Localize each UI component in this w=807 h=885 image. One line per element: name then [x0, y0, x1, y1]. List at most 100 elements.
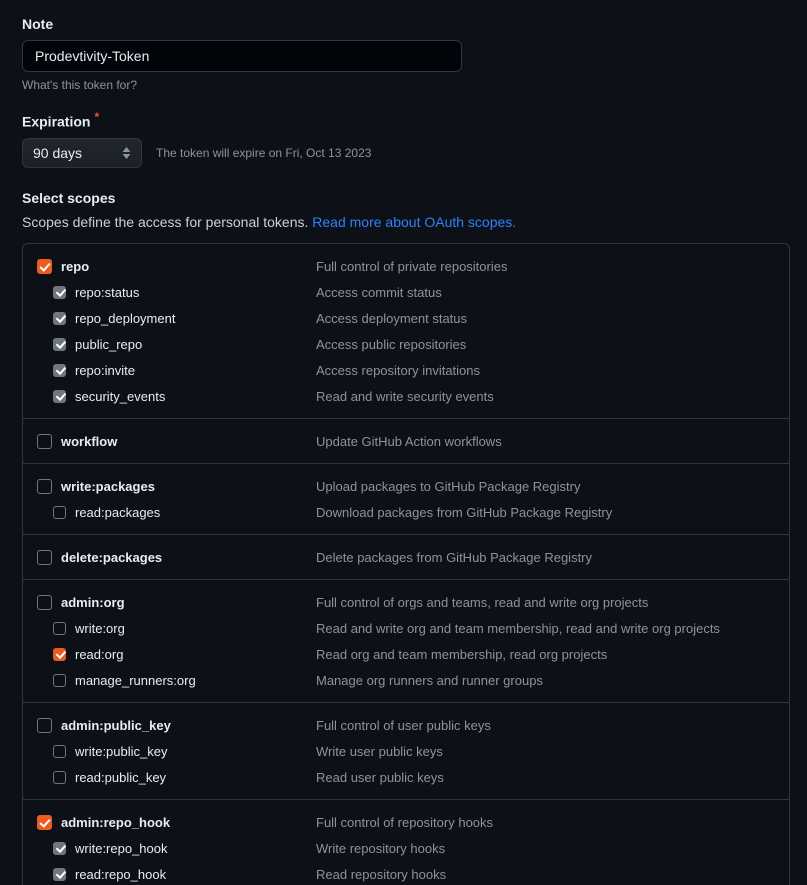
scope-group: workflow Update GitHub Action workflows — [23, 418, 789, 463]
scopes-description-text: Scopes define the access for personal to… — [22, 213, 313, 230]
scope-description: Full control of orgs and teams, read and… — [316, 594, 649, 610]
required-asterisk: * — [94, 110, 100, 124]
scope-row[interactable]: repo:status Access commit status — [23, 279, 789, 305]
scope-row[interactable]: delete:packages Delete packages from GitH… — [23, 544, 789, 570]
scope-name: public_repo — [75, 336, 143, 352]
scope-description: Access commit status — [316, 284, 442, 300]
checkbox-workflow[interactable] — [37, 433, 52, 449]
scope-row[interactable]: repo:invite Access repository invitations — [23, 357, 789, 383]
checkbox-repo[interactable] — [37, 258, 52, 274]
scope-row[interactable]: write:repo_hook Write repository hooks — [23, 835, 789, 861]
scope-row[interactable]: write:public_key Write user public keys — [23, 738, 789, 764]
note-field-block: Note What's this token for? — [0, 0, 807, 92]
checkbox-admin:public_key[interactable] — [37, 717, 52, 733]
note-input[interactable] — [22, 40, 462, 72]
scope-name: admin:repo_hook — [61, 814, 171, 830]
scope-description: Access deployment status — [316, 310, 468, 326]
checkbox-public_repo — [53, 337, 66, 351]
scope-description: Full control of user public keys — [316, 717, 491, 733]
scope-description: Update GitHub Action workflows — [316, 433, 502, 449]
checkbox-write:packages[interactable] — [37, 478, 52, 494]
scope-name: write:repo_hook — [75, 840, 168, 856]
checkbox-read:org[interactable] — [53, 647, 66, 661]
oauth-scopes-link[interactable]: Read more about OAuth scopes. — [312, 214, 516, 230]
scope-description: Upload packages to GitHub Package Regist… — [316, 478, 581, 494]
scope-name: security_events — [75, 388, 166, 404]
checkbox-write:public_key[interactable] — [53, 744, 66, 758]
scope-name: repo:invite — [75, 362, 135, 378]
checkbox-read:repo_hook — [53, 867, 66, 881]
scope-row[interactable]: write:packages Upload packages to GitHub … — [23, 473, 789, 499]
checkbox-read:public_key[interactable] — [53, 770, 66, 784]
scope-group: delete:packages Delete packages from GitH… — [23, 534, 789, 579]
scope-row[interactable]: admin:repo_hook Full control of repositor… — [23, 809, 789, 835]
expiration-block: Expiration * 90 days The token will expir… — [0, 110, 807, 168]
scope-description: Access repository invitations — [316, 362, 481, 378]
scope-description: Read org and team membership, read org p… — [316, 646, 608, 662]
scope-description: Manage org runners and runner groups — [316, 672, 543, 688]
checkbox-admin:repo_hook[interactable] — [37, 814, 52, 830]
scope-description: Read user public keys — [316, 769, 444, 785]
scope-row[interactable]: read:repo_hook Read repository hooks — [23, 861, 789, 885]
scope-description: Read and write security events — [316, 388, 494, 404]
scope-description: Full control of private repositories — [316, 258, 508, 274]
scopes-container: repo Full control of private repositories… — [22, 243, 790, 885]
scope-row[interactable]: workflow Update GitHub Action workflows — [23, 428, 789, 454]
scope-row[interactable]: admin:public_key Full control of user pub… — [23, 712, 789, 738]
checkbox-write:org[interactable] — [53, 621, 66, 635]
scope-row[interactable]: security_events Read and write security e… — [23, 383, 789, 409]
scope-name: read:packages — [75, 504, 161, 520]
scope-group: admin:org Full control of orgs and teams,… — [23, 579, 789, 702]
scope-name: admin:org — [61, 594, 125, 610]
scope-row[interactable]: admin:org Full control of orgs and teams,… — [23, 589, 789, 615]
scope-name: delete:packages — [61, 549, 163, 565]
scope-row[interactable]: repo Full control of private repositories — [23, 253, 789, 279]
expiration-note: The token will expire on Fri, Oct 13 202… — [156, 145, 372, 160]
checkbox-security_events — [53, 389, 66, 403]
checkbox-repo:invite — [53, 363, 66, 377]
expiration-label-text: Expiration — [22, 113, 91, 130]
scope-description: Read repository hooks — [316, 866, 447, 882]
scope-name: repo_deployment — [75, 310, 176, 326]
chevron-updown-icon — [122, 146, 131, 159]
scope-group: admin:public_key Full control of user pub… — [23, 702, 789, 799]
scope-name: read:public_key — [75, 769, 167, 785]
scope-name: admin:public_key — [61, 717, 171, 733]
scope-row[interactable]: manage_runners:org Manage org runners and… — [23, 667, 789, 693]
scope-row[interactable]: read:packages Download packages from GitH… — [23, 499, 789, 525]
scope-row[interactable]: write:org Read and write org and team mem… — [23, 615, 789, 641]
scope-name: read:repo_hook — [75, 866, 167, 882]
scope-description: Write user public keys — [316, 743, 443, 759]
select-scopes-title: Select scopes — [22, 189, 116, 206]
scope-group: repo Full control of private repositories… — [23, 244, 789, 418]
scope-description: Read and write org and team membership, … — [316, 620, 720, 636]
scope-description: Download packages from GitHub Package Re… — [316, 504, 613, 520]
scope-description: Write repository hooks — [316, 840, 446, 856]
checkbox-write:repo_hook — [53, 841, 66, 855]
scopes-description: Scopes define the access for personal to… — [22, 214, 807, 230]
scope-description: Full control of repository hooks — [316, 814, 494, 830]
scope-description: Delete packages from GitHub Package Regi… — [316, 549, 593, 565]
scope-row[interactable]: public_repo Access public repositories — [23, 331, 789, 357]
scope-name: write:packages — [61, 478, 155, 494]
checkbox-manage_runners:org[interactable] — [53, 673, 66, 687]
checkbox-repo:status — [53, 285, 66, 299]
token-settings-page: Note What's this token for? Expiration* … — [0, 0, 807, 885]
expiration-label: Expiration * — [22, 110, 807, 130]
scope-name: repo — [61, 258, 90, 274]
expiration-select[interactable]: 90 days — [22, 137, 142, 168]
scope-name: manage_runners:org — [75, 672, 196, 688]
checkbox-delete:packages[interactable] — [37, 549, 52, 565]
scope-group: admin:repo_hook Full control of repositor… — [23, 799, 789, 885]
checkbox-repo_deployment — [53, 311, 66, 325]
scope-row[interactable]: read:org Read org and team membership, re… — [23, 641, 789, 667]
scope-row[interactable]: repo_deployment Access deployment status — [23, 305, 789, 331]
scope-name: workflow — [61, 433, 118, 449]
expiration-select-value: 90 days — [33, 144, 83, 161]
scopes-header-block: Select scopes Scopes define the access f… — [0, 190, 807, 230]
checkbox-read:packages[interactable] — [53, 505, 66, 519]
checkbox-admin:org[interactable] — [37, 594, 52, 610]
scope-row[interactable]: read:public_key Read user public keys — [23, 764, 789, 790]
expiration-row: 90 days The token will expire on Fri, Oc… — [22, 137, 807, 168]
scope-group: write:packages Upload packages to GitHub … — [23, 463, 789, 534]
